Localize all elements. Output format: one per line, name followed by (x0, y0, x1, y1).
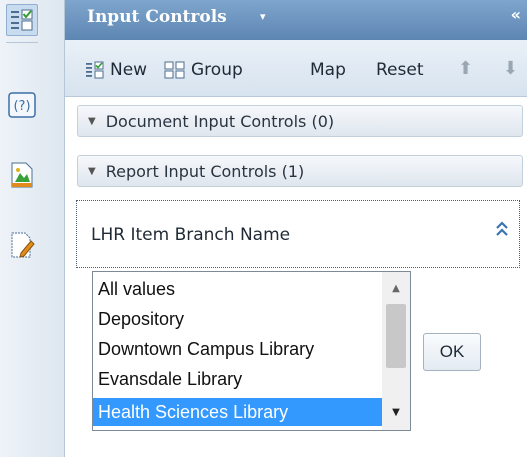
up-arrow-icon[interactable]: ⬆ (458, 58, 473, 79)
input-controls-icon[interactable] (6, 4, 38, 36)
report-input-controls-section[interactable]: ▼ Report Input Controls (1) (77, 155, 523, 187)
edit-document-icon[interactable] (7, 230, 37, 260)
input-control-card: LHR Item Branch Name (76, 200, 520, 268)
new-icon (86, 61, 104, 79)
scroll-down-icon[interactable]: ▼ (382, 402, 410, 424)
collapse-control-icon[interactable] (495, 221, 509, 241)
toolbar-divider (6, 42, 38, 43)
input-controls-toolbar: New Group Map Reset ⬆ ⬇ (65, 40, 527, 97)
title-dropdown-caret-icon[interactable]: ▾ (260, 10, 266, 23)
svg-text:(?): (?) (13, 99, 30, 114)
group-icon (164, 61, 185, 79)
reset-button[interactable]: Reset (376, 59, 424, 81)
list-item[interactable]: Evansdale Library (93, 365, 383, 393)
scroll-thumb[interactable] (386, 304, 406, 368)
ok-button[interactable]: OK (423, 333, 481, 371)
panel-header: Input Controls ▾ « (65, 0, 527, 40)
section-expand-icon: ▼ (88, 165, 96, 177)
document-section-label: Document Input Controls (0) (105, 111, 335, 131)
new-button[interactable]: New (85, 59, 147, 81)
collapse-panel-icon[interactable]: « (511, 5, 521, 24)
section-expand-icon: ▼ (88, 115, 96, 127)
list-item[interactable]: All values (93, 275, 383, 303)
new-label: New (110, 60, 148, 80)
document-input-controls-section[interactable]: ▼ Document Input Controls (0) (77, 105, 523, 137)
scroll-up-icon[interactable]: ▲ (382, 278, 410, 300)
report-section-label: Report Input Controls (1) (105, 161, 305, 181)
map-label: Map (310, 60, 346, 80)
map-button[interactable]: Map (310, 59, 346, 81)
image-chart-icon[interactable] (7, 160, 37, 190)
group-button[interactable]: Group (164, 59, 243, 81)
list-item-selected[interactable]: Health Sciences Library (93, 398, 383, 426)
left-side-toolbar: (?) (0, 0, 65, 457)
control-title: LHR Item Branch Name (91, 225, 291, 245)
listbox-scrollbar[interactable]: ▲ ▼ (382, 272, 410, 430)
help-icon[interactable]: (?) (7, 90, 37, 120)
group-label: Group (191, 60, 243, 80)
reset-label: Reset (376, 60, 424, 80)
panel-title: Input Controls (87, 7, 227, 27)
list-item[interactable]: Downtown Campus Library (93, 335, 383, 363)
list-item[interactable]: Depository (93, 305, 383, 333)
down-arrow-icon[interactable]: ⬇ (503, 58, 518, 79)
values-listbox[interactable]: All values Depository Downtown Campus Li… (92, 271, 411, 431)
